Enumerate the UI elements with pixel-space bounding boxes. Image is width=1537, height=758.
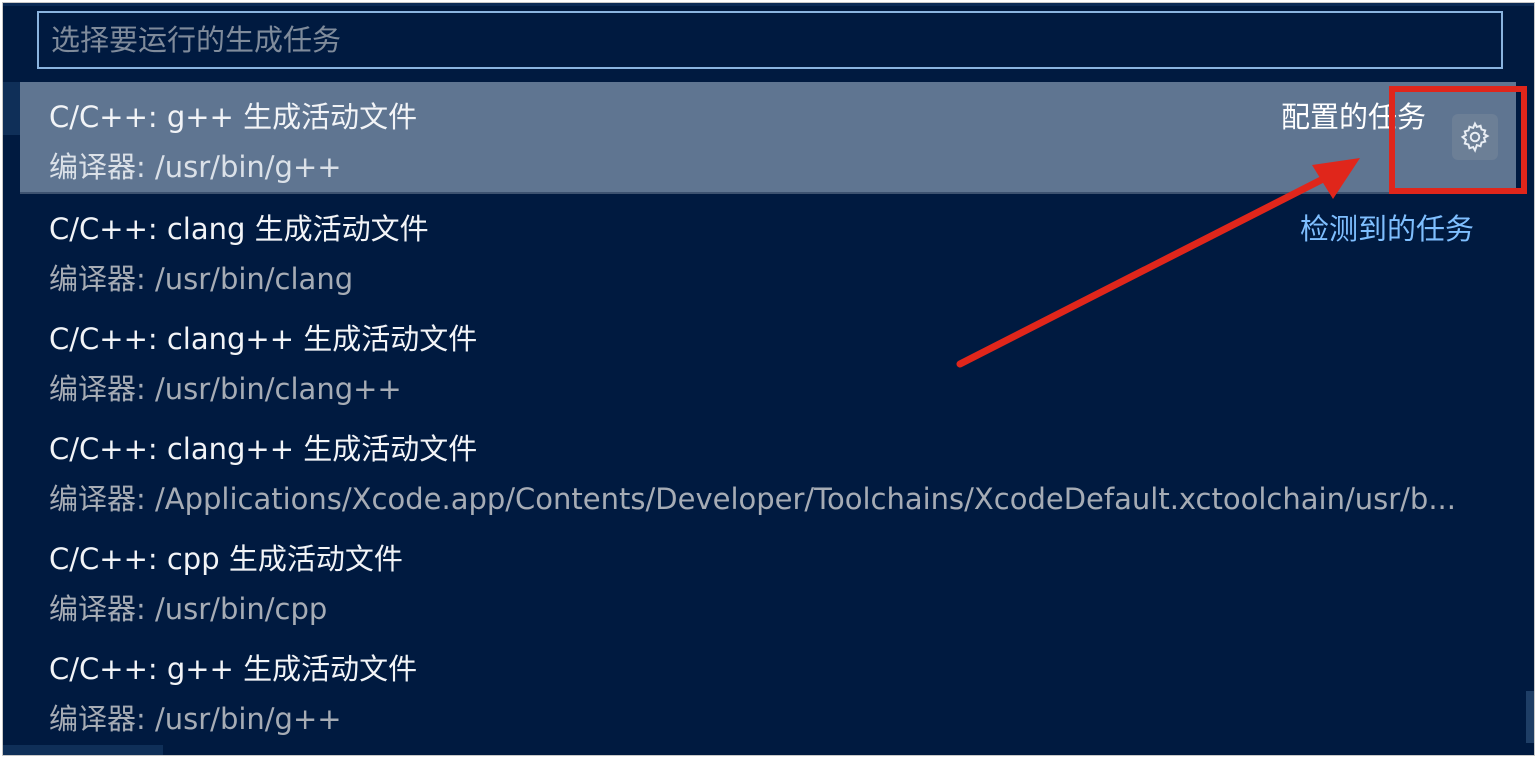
task-title: C/C++: g++ 生成活动文件 bbox=[49, 100, 418, 134]
list-item[interactable]: C/C++: clang 生成活动文件 编译器: /usr/bin/clang … bbox=[3, 194, 1534, 304]
task-detail: 编译器: /usr/bin/cpp bbox=[49, 592, 328, 626]
task-detail: 编译器: /usr/bin/g++ bbox=[49, 702, 342, 736]
task-detail: 编译器: /usr/bin/g++ bbox=[49, 150, 342, 184]
task-title: C/C++: clang++ 生成活动文件 bbox=[49, 322, 478, 356]
task-detail: 编译器: /usr/bin/clang++ bbox=[49, 372, 402, 406]
group-label-configured: 配置的任务 bbox=[1280, 100, 1426, 134]
group-label-detected: 检测到的任务 bbox=[1299, 212, 1474, 246]
task-list: C/C++: g++ 生成活动文件 编译器: /usr/bin/g++ 配置的任… bbox=[3, 82, 1534, 744]
list-item[interactable]: C/C++: g++ 生成活动文件 编译器: /usr/bin/g++ bbox=[3, 634, 1534, 744]
task-search-box[interactable] bbox=[37, 11, 1503, 69]
task-title: C/C++: g++ 生成活动文件 bbox=[49, 652, 418, 686]
list-item[interactable]: C/C++: clang++ 生成活动文件 编译器: /usr/bin/clan… bbox=[3, 304, 1534, 414]
partial-next-item bbox=[3, 745, 163, 755]
task-search-input[interactable] bbox=[51, 13, 1501, 67]
task-detail: 编译器: /Applications/Xcode.app/Contents/De… bbox=[49, 482, 1456, 516]
quick-pick-panel: C/C++: g++ 生成活动文件 编译器: /usr/bin/g++ 配置的任… bbox=[2, 2, 1535, 756]
task-title: C/C++: cpp 生成活动文件 bbox=[49, 542, 403, 576]
gear-icon bbox=[1460, 121, 1490, 153]
task-title: C/C++: clang 生成活动文件 bbox=[49, 212, 429, 246]
list-item[interactable]: C/C++: clang++ 生成活动文件 编译器: /Applications… bbox=[3, 414, 1534, 524]
task-title: C/C++: clang++ 生成活动文件 bbox=[49, 432, 478, 466]
panel-top-border bbox=[3, 3, 1534, 6]
list-item[interactable]: C/C++: g++ 生成活动文件 编译器: /usr/bin/g++ 配置的任… bbox=[20, 82, 1516, 194]
task-detail: 编译器: /usr/bin/clang bbox=[49, 262, 354, 296]
list-item[interactable]: C/C++: cpp 生成活动文件 编译器: /usr/bin/cpp bbox=[3, 524, 1534, 634]
configure-task-button[interactable] bbox=[1452, 114, 1498, 160]
scrollbar-thumb[interactable] bbox=[1526, 691, 1534, 743]
